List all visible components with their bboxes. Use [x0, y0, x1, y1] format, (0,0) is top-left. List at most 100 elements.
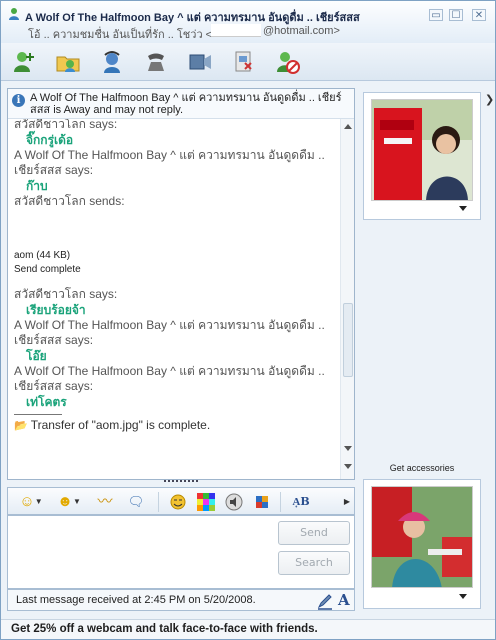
away-status-banner: i A Wolf Of The Halfmoon Bay ^ แต่ ความท…: [8, 89, 354, 119]
message-text: ก๊าบ: [26, 179, 48, 193]
sender-line: A Wolf Of The Halfmoon Bay ^ แต่ ความทรม…: [14, 318, 325, 332]
close-button[interactable]: ✕: [472, 9, 486, 21]
text-font-icon[interactable]: A: [338, 591, 350, 609]
sender-line: สวัสดีชาวโลก says:: [14, 119, 118, 131]
divider: [14, 414, 62, 415]
conversation-history: สวัสดีชาวโลก says: จิ๊กกรู่เด้อ A Wolf Of …: [14, 119, 336, 479]
chat-window: A Wolf Of The Halfmoon Bay ^ แต่ ความทรม…: [0, 0, 496, 640]
emoticon-icon: ☺: [19, 493, 35, 510]
toolbar-separator: [158, 492, 159, 512]
my-display-picture[interactable]: [363, 479, 481, 609]
phone-button[interactable]: [143, 49, 169, 75]
contact-photo: [371, 99, 473, 201]
chevron-down-icon[interactable]: [459, 594, 467, 599]
search-button[interactable]: Search: [278, 551, 350, 575]
sender-line: สวัสดีชาวโลก sends:: [14, 194, 125, 208]
chevron-down-icon[interactable]: [459, 206, 467, 211]
emoticon-button[interactable]: ☺▼: [14, 492, 48, 512]
message-text: เท่โคตร: [26, 395, 67, 409]
folder-icon[interactable]: 📂: [14, 420, 28, 432]
wink-icon: ☻: [57, 493, 73, 510]
games-icon: [256, 496, 268, 508]
message-text: เรียบร้อยจ้า: [26, 303, 86, 317]
block-contact-button[interactable]: [275, 49, 301, 75]
sender-line: เชียร์สสส says:: [14, 163, 94, 177]
chevron-right-icon: ▶: [343, 497, 351, 506]
conversation-scrollbar[interactable]: [340, 119, 354, 479]
file-transfer-info: Send complete: [14, 264, 81, 275]
nudge-button[interactable]: 〰: [92, 492, 118, 512]
splitter-grip[interactable]: [164, 480, 198, 484]
font-icon: A͎B: [292, 495, 310, 508]
background-button[interactable]: [196, 492, 216, 512]
message-text: โอ๊ย: [26, 349, 47, 363]
games-button[interactable]: [252, 492, 272, 512]
voice-call-button[interactable]: [99, 49, 125, 75]
formatting-toolbar: ☺▼ ☻▼ 〰 🗨 A͎B ▶: [7, 487, 355, 515]
conversation-panel: i A Wolf Of The Halfmoon Bay ^ แต่ ความท…: [7, 88, 355, 480]
toolbar-separator: [280, 492, 281, 512]
transfer-status-text: Transfer of "aom.jpg" is complete.: [30, 418, 211, 432]
share-folder-button[interactable]: [55, 49, 81, 75]
status-bar: Last message received at 2:45 PM on 5/20…: [7, 589, 355, 611]
advertisement-bar[interactable]: Get 25% off a webcam and talk face-to-fa…: [1, 619, 495, 639]
title-bar: A Wolf Of The Halfmoon Bay ^ แต่ ความทรม…: [1, 1, 495, 43]
remote-assistance-icon: [235, 51, 252, 72]
voice-clip-button[interactable]: 🗨: [124, 492, 148, 512]
phone-icon: [148, 53, 164, 71]
voice-clip-icon: 🗨: [127, 494, 145, 509]
handwriting-icon[interactable]: [316, 592, 334, 610]
share-folder-icon: [56, 56, 80, 72]
wink-button[interactable]: ☻▼: [52, 492, 86, 512]
maximize-button[interactable]: ☐: [449, 9, 463, 21]
sender-line: เชียร์สสส says:: [14, 379, 94, 393]
minimize-button[interactable]: ▭: [429, 9, 443, 21]
message-input[interactable]: Send Search: [7, 515, 355, 589]
contact-photo-image: [372, 100, 472, 200]
collapse-panel-button[interactable]: ❯: [485, 93, 495, 115]
my-photo-image: [372, 487, 472, 587]
email-redacted: [211, 24, 261, 37]
sound-button[interactable]: [224, 492, 244, 512]
voice-call-icon: [104, 51, 120, 73]
sender-line: A Wolf Of The Halfmoon Bay ^ แต่ ความทรม…: [14, 364, 325, 378]
file-transfer-info: aom (44 KB): [14, 250, 71, 261]
chevron-down-icon: ▼: [72, 497, 81, 507]
chevron-down-icon: ▼: [34, 497, 43, 507]
send-button[interactable]: Send: [278, 521, 350, 545]
video-icon: [189, 54, 211, 70]
contact-email: @hotmail.com>: [263, 25, 340, 37]
webcam-ad-text[interactable]: Get 25% off a webcam and talk face-to-fa…: [11, 623, 318, 635]
video-call-button[interactable]: [187, 49, 213, 75]
get-accessories-link[interactable]: Get accessories: [363, 463, 481, 473]
my-photo: [371, 486, 473, 588]
scroll-up-icon[interactable]: [344, 124, 352, 129]
add-contact-button[interactable]: [11, 49, 37, 75]
sender-line: สวัสดีชาวโลก says:: [14, 287, 118, 301]
scroll-down-icon[interactable]: [344, 446, 352, 451]
transfer-complete-line: 📂 Transfer of "aom.jpg" is complete.: [14, 417, 336, 434]
messenger-buddy-icon: [9, 8, 19, 20]
main-toolbar: [1, 43, 495, 81]
last-message-status: Last message received at 2:45 PM on 5/20…: [16, 594, 256, 606]
message-text: จิ๊กกรู่เด้อ: [26, 133, 74, 147]
sender-line: A Wolf Of The Halfmoon Bay ^ แต่ ความทรม…: [14, 148, 325, 162]
more-options-button[interactable]: ▶: [342, 492, 352, 512]
scroll-thumb[interactable]: [343, 303, 353, 377]
speaker-icon: [225, 493, 243, 511]
nudge-icon: 〰: [97, 493, 113, 510]
contact-display-picture[interactable]: [363, 92, 481, 220]
away-status-text: A Wolf Of The Halfmoon Bay ^ แต่ ความทรม…: [30, 92, 342, 116]
add-contact-icon: [14, 52, 34, 72]
remote-assistance-button[interactable]: [231, 49, 257, 75]
scroll-end-icon[interactable]: [344, 464, 352, 469]
font-button[interactable]: A͎B: [290, 492, 312, 512]
background-grid-icon: [197, 493, 215, 511]
wink-gallery-button[interactable]: [168, 492, 188, 512]
info-icon: i: [12, 94, 25, 107]
sender-line: เชียร์สสส says:: [14, 333, 94, 347]
block-icon: [277, 52, 300, 74]
file-preview-area: [14, 209, 336, 249]
winks-icon: [170, 494, 186, 510]
